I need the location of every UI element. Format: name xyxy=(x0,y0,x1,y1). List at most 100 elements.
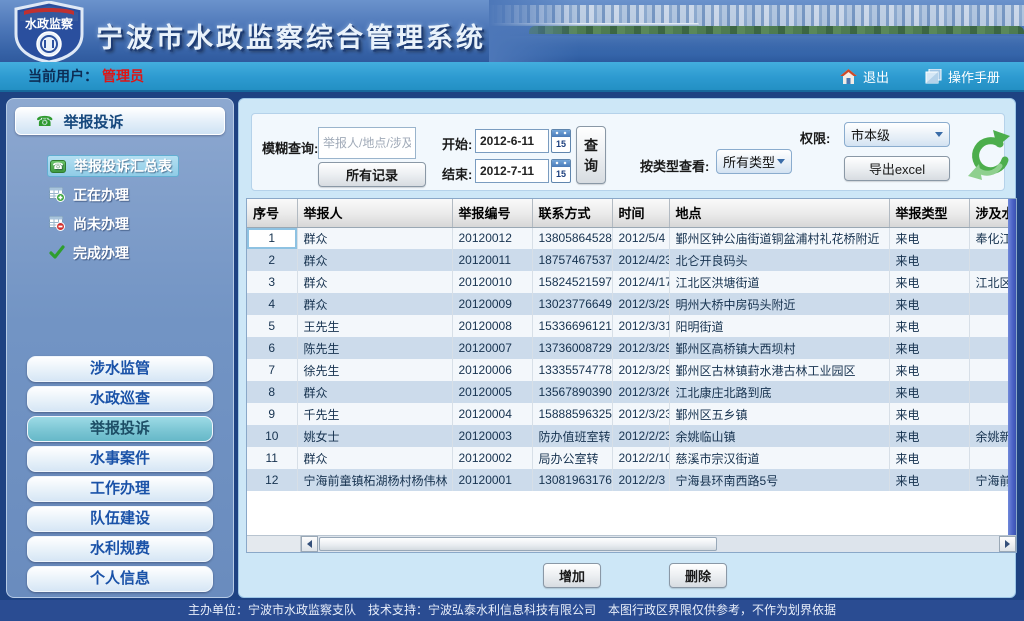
search-button[interactable]: 查询 xyxy=(576,126,606,184)
table-row[interactable]: 10姚女士20120003防办值班室转2012/2/23余姚临山镇来电余姚新奄 xyxy=(247,425,1010,447)
table-row[interactable]: 1群众20120012138058645282012/5/4鄞州区钟公庙街道铜盆… xyxy=(247,227,1010,249)
table-cell xyxy=(969,403,1010,425)
module-water-patrol[interactable]: 水政巡查 xyxy=(27,386,213,412)
table-cell: 2012/3/29 xyxy=(612,337,669,359)
manual-button[interactable]: 操作手册 xyxy=(925,67,1000,86)
col-header-reporter[interactable]: 举报人 xyxy=(297,199,452,227)
table-cell: 慈溪市宗汉街道 xyxy=(669,447,889,469)
col-header-type[interactable]: 举报类型 xyxy=(889,199,969,227)
table-cell: 奉化江礼 xyxy=(969,227,1010,249)
start-date-input[interactable] xyxy=(475,129,549,153)
table-row[interactable]: 4群众20120009130237766492012/3/29明州大桥中房码头附… xyxy=(247,293,1010,315)
table-row[interactable]: 6陈先生20120007137360087292012/3/29鄞州区高桥镇大西… xyxy=(247,337,1010,359)
table-cell xyxy=(969,447,1010,469)
table-cell: 明州大桥中房码头附近 xyxy=(669,293,889,315)
permission-select[interactable]: 市本级 xyxy=(844,122,950,147)
sidebar-item-in-progress[interactable]: 正在办理 xyxy=(47,184,135,206)
calendar-icon xyxy=(552,130,570,137)
table-cell: 15888596325 xyxy=(532,403,612,425)
table-cell: 2012/4/17 xyxy=(612,271,669,293)
vertical-scrollbar[interactable] xyxy=(1008,199,1016,535)
manual-label: 操作手册 xyxy=(948,67,1000,86)
export-excel-button[interactable]: 导出excel xyxy=(844,156,950,181)
user-bar: 当前用户： 管理员 退出 xyxy=(0,62,1024,92)
table-cell: 陈先生 xyxy=(297,337,452,359)
table-row[interactable]: 8群众20120005135678903902012/3/26江北康庄北路到底来… xyxy=(247,381,1010,403)
table-row[interactable]: 7徐先生20120006133355747782012/3/29鄞州区古林镇葑水… xyxy=(247,359,1010,381)
add-button[interactable]: 增加 xyxy=(543,563,601,588)
table-cell: 20120001 xyxy=(452,469,532,491)
sidebar-panel-header[interactable]: ☎ 举报投诉 xyxy=(15,107,225,135)
table-cell: 鄞州区五乡镇 xyxy=(669,403,889,425)
sidebar-item-pending[interactable]: 尚未办理 xyxy=(47,213,135,235)
col-header-report-no[interactable]: 举报编号 xyxy=(452,199,532,227)
sidebar-spacer xyxy=(7,264,233,356)
delete-button[interactable]: 删除 xyxy=(669,563,727,588)
fuzzy-search-input[interactable] xyxy=(318,127,416,159)
table-row[interactable]: 12宁海前童镇柘湖杨村杨伟林20120001130819631762012/2/… xyxy=(247,469,1010,491)
module-water-supervision[interactable]: 涉水监管 xyxy=(27,356,213,382)
table-cell: 20120002 xyxy=(452,447,532,469)
all-records-button[interactable]: 所有记录 xyxy=(318,162,426,187)
sidebar-item-complaint-summary[interactable]: ☎ 举报投诉汇总表 xyxy=(47,155,179,177)
table-cell: 20120012 xyxy=(452,227,532,249)
user-bar-actions: 退出 操作手册 xyxy=(814,67,1000,86)
scrollbar-track[interactable] xyxy=(318,536,999,552)
scroll-left-button[interactable] xyxy=(301,536,318,552)
sidebar-item-completed[interactable]: 完成办理 xyxy=(47,242,135,264)
calendar-day: 15 xyxy=(552,167,570,182)
module-personal-info[interactable]: 个人信息 xyxy=(27,566,213,592)
table-cell: 来电 xyxy=(889,249,969,271)
col-header-time[interactable]: 时间 xyxy=(612,199,669,227)
table-row[interactable]: 2群众20120011187574675372012/4/23北仑开良码头来电 xyxy=(247,249,1010,271)
table-cell: 群众 xyxy=(297,381,452,403)
type-select[interactable]: 所有类型 xyxy=(716,149,792,174)
col-header-index[interactable]: 序号 xyxy=(247,199,297,227)
table-cell: 8 xyxy=(247,381,297,403)
table-cell: 20120003 xyxy=(452,425,532,447)
start-calendar-button[interactable]: 15 xyxy=(551,129,571,153)
module-water-fees[interactable]: 水利规费 xyxy=(27,536,213,562)
scrollbar-corner xyxy=(247,536,301,552)
table-cell: 20120009 xyxy=(452,293,532,315)
home-icon xyxy=(840,69,857,84)
logout-button[interactable]: 退出 xyxy=(840,67,889,86)
park-strip xyxy=(529,26,1024,34)
table-cell: 群众 xyxy=(297,271,452,293)
table-cell: 9 xyxy=(247,403,297,425)
table-row[interactable]: 5王先生20120008153366961212012/3/31阳明街道来电 xyxy=(247,315,1010,337)
col-header-location[interactable]: 地点 xyxy=(669,199,889,227)
table-cell: 2012/4/23 xyxy=(612,249,669,271)
table-cell: 来电 xyxy=(889,271,969,293)
module-team-building[interactable]: 队伍建设 xyxy=(27,506,213,532)
col-header-contact[interactable]: 联系方式 xyxy=(532,199,612,227)
table-add-icon xyxy=(49,186,65,205)
scroll-right-button[interactable] xyxy=(999,536,1016,552)
table-cell: 5 xyxy=(247,315,297,337)
table-cell: 18757467537 xyxy=(532,249,612,271)
table-cell xyxy=(969,381,1010,403)
city-photo xyxy=(489,0,1024,62)
end-calendar-button[interactable]: 15 xyxy=(551,159,571,183)
table-cell: 千先生 xyxy=(297,403,452,425)
col-header-waters[interactable]: 涉及水域 xyxy=(969,199,1010,227)
refresh-icon[interactable] xyxy=(966,126,1010,182)
scrollbar-thumb[interactable] xyxy=(319,537,717,551)
table-cell xyxy=(969,337,1010,359)
table-cell: 13081963176 xyxy=(532,469,612,491)
module-complaints[interactable]: 举报投诉 xyxy=(27,416,213,442)
table-cell: 2012/2/23 xyxy=(612,425,669,447)
table-cell: 11 xyxy=(247,447,297,469)
table-row[interactable]: 11群众20120002局办公室转2012/2/10慈溪市宗汉街道来电 xyxy=(247,447,1010,469)
table-row[interactable]: 3群众20120010158245215972012/4/17江北区洪塘街道来电… xyxy=(247,271,1010,293)
table-cell: 来电 xyxy=(889,447,969,469)
table-cell: 来电 xyxy=(889,315,969,337)
module-water-cases[interactable]: 水事案件 xyxy=(27,446,213,472)
table-row[interactable]: 9千先生20120004158885963252012/3/23鄞州区五乡镇来电 xyxy=(247,403,1010,425)
end-date-input[interactable] xyxy=(475,159,549,183)
table-cell: 2012/3/26 xyxy=(612,381,669,403)
table-cell: 2012/5/4 xyxy=(612,227,669,249)
table-cell: 余姚新奄 xyxy=(969,425,1010,447)
module-work-handling[interactable]: 工作办理 xyxy=(27,476,213,502)
table-cell: 2012/3/23 xyxy=(612,403,669,425)
